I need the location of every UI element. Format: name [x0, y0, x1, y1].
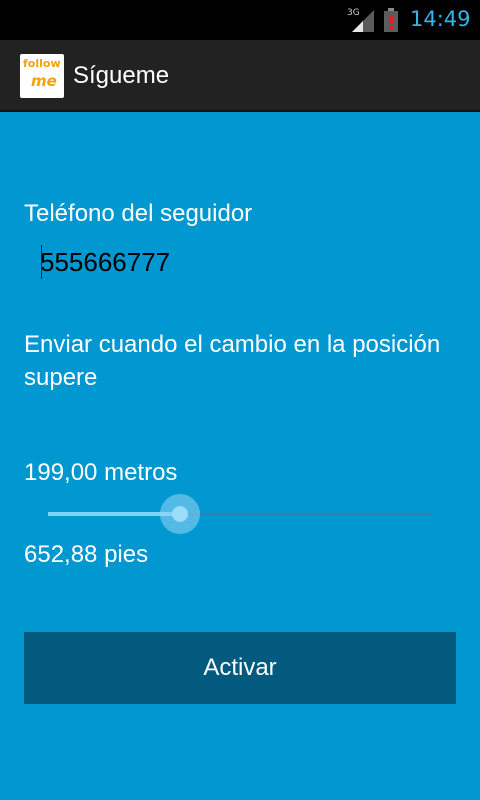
status-bar: 3G 14:49: [0, 0, 480, 40]
signal-strength-icon: [352, 10, 374, 32]
phone-label: Teléfono del seguidor: [24, 200, 253, 227]
meters-value: 199,00 metros: [24, 459, 178, 486]
app-title: Sígueme: [73, 62, 170, 89]
battery-icon: [384, 8, 398, 32]
logo-text-me: me: [31, 72, 57, 90]
text-cursor: [41, 245, 42, 279]
clock: 14:49: [410, 7, 471, 31]
slider-thumb[interactable]: [172, 506, 188, 522]
action-bar: follow me Sígueme: [0, 40, 480, 112]
phone-input[interactable]: [40, 240, 450, 284]
app-logo[interactable]: follow me: [20, 54, 64, 98]
change-threshold-label: Enviar cuando el cambio en la posición s…: [24, 331, 441, 391]
activate-button[interactable]: Activar: [24, 632, 456, 704]
distance-slider[interactable]: [48, 494, 434, 534]
logo-text-follow: follow: [23, 57, 61, 70]
feet-value: 652,88 pies: [24, 541, 149, 568]
